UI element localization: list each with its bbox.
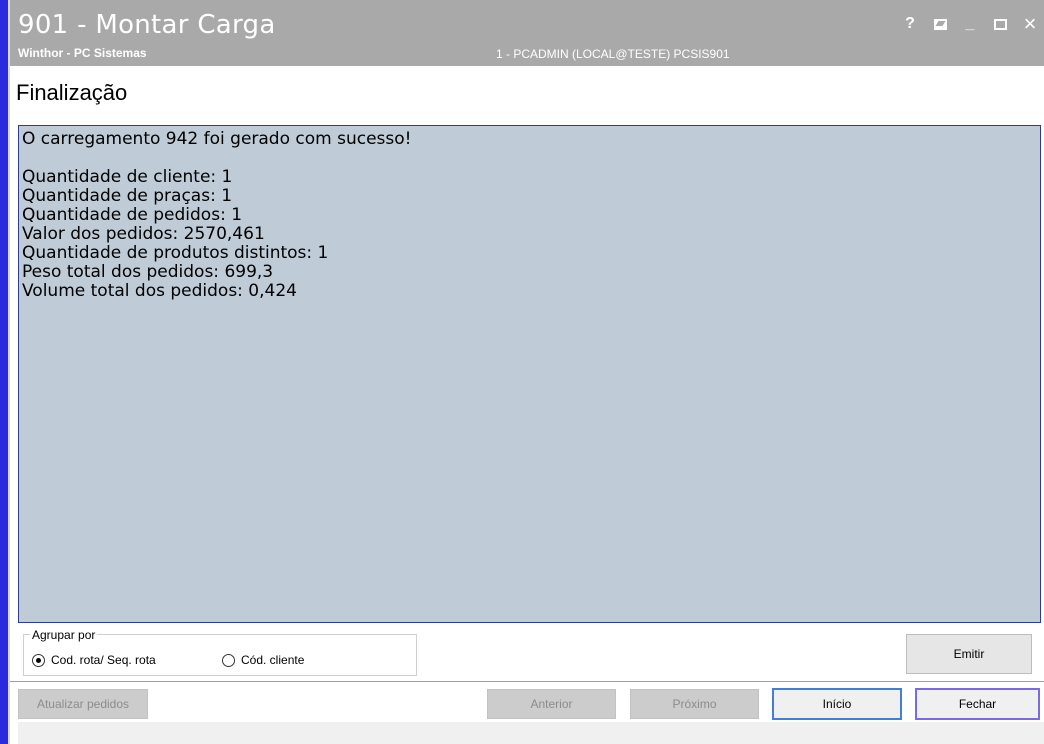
window-controls: ? _ × [902, 11, 1038, 36]
anterior-button[interactable]: Anterior [487, 689, 616, 719]
minimize-icon[interactable]: _ [962, 15, 978, 32]
page-title: Finalização [16, 80, 128, 105]
radio-cod-cliente[interactable]: Cód. cliente [222, 653, 304, 667]
radio-cod-cliente-label: Cód. cliente [241, 653, 305, 667]
divider [10, 681, 1044, 682]
radio-cod-rota-label: Cod. rota/ Seq. rota [51, 653, 156, 667]
group-by-legend: Agrupar por [30, 628, 98, 642]
group-by-box: Agrupar por Cod. rota/ Seq. rota Cód. cl… [23, 628, 417, 676]
atualizar-pedidos-button[interactable]: Atualizar pedidos [18, 689, 148, 719]
result-line-clientes: Quantidade de cliente: 1 [22, 167, 233, 187]
result-line-produtos: Quantidade de produtos distintos: 1 [22, 243, 329, 263]
result-spacer [22, 149, 1037, 168]
radio-cod-rota[interactable]: Cod. rota/ Seq. rota [32, 653, 156, 667]
title-bar[interactable]: 901 - Montar Carga Winthor - PC Sistemas… [10, 0, 1044, 66]
inicio-button[interactable]: Início [772, 688, 902, 720]
proximo-button[interactable]: Próximo [630, 689, 759, 719]
restore-icon[interactable] [932, 16, 948, 32]
radio-button-checked-icon[interactable] [32, 653, 45, 667]
result-panel[interactable]: O carregamento 942 foi gerado com sucess… [18, 125, 1041, 623]
window-subtitle: Winthor - PC Sistemas [18, 46, 147, 60]
window-title: 901 - Montar Carga [18, 10, 276, 40]
radio-button-icon[interactable] [222, 653, 235, 667]
result-line-valor: Valor dos pedidos: 2570,461 [22, 224, 265, 244]
result-line-peso: Peso total dos pedidos: 699,3 [22, 262, 274, 282]
emitir-button[interactable]: Emitir [906, 634, 1032, 674]
close-icon[interactable]: × [1022, 11, 1038, 36]
result-line-pracas: Quantidade de praças: 1 [22, 186, 233, 206]
status-bar [18, 722, 1044, 744]
result-line-volume: Volume total dos pedidos: 0,424 [22, 281, 297, 301]
fechar-button[interactable]: Fechar [915, 688, 1040, 720]
help-icon[interactable]: ? [902, 15, 918, 32]
maximize-icon[interactable] [992, 16, 1008, 32]
result-line-pedidos: Quantidade de pedidos: 1 [22, 205, 243, 225]
result-headline: O carregamento 942 foi gerado com sucess… [22, 129, 412, 149]
window-border [0, 0, 8, 744]
user-info: 1 - PCADMIN (LOCAL@TESTE) PCSIS901 [496, 47, 730, 61]
